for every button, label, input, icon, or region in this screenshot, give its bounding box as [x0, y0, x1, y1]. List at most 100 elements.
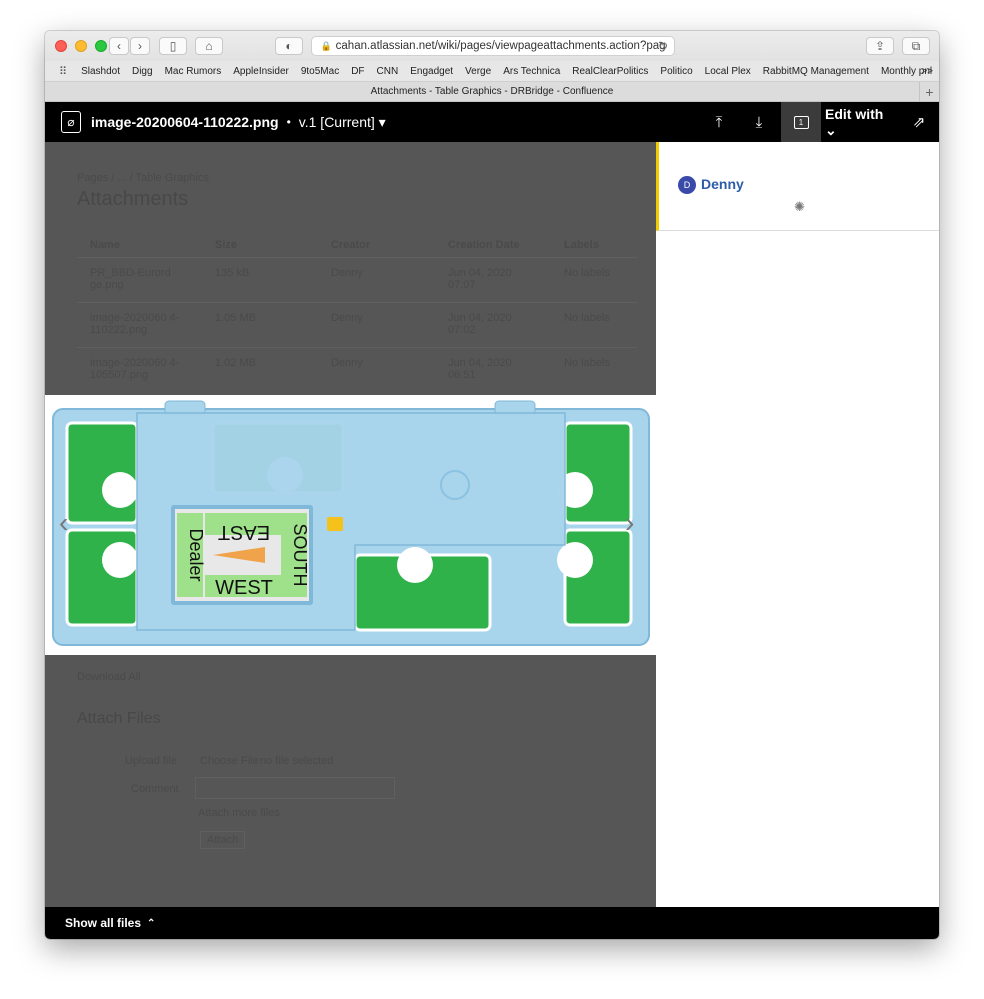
column-header: Creation Date: [448, 239, 520, 251]
tab-title[interactable]: Attachments - Table Graphics - DRBridge …: [371, 86, 614, 97]
bridge-board-image: EAST WEST SOUTH Dealer: [52, 400, 650, 646]
upload-label: Upload file: [125, 755, 177, 767]
bookmark-item[interactable]: AppleInsider: [233, 66, 289, 77]
home-button[interactable]: ⌂: [195, 37, 223, 55]
share-button[interactable]: ⇗: [905, 102, 933, 142]
comment-card[interactable]: D Denny ✺: [656, 142, 939, 231]
double-chevron-up-icon: ⌃: [147, 917, 156, 929]
back-button[interactable]: ‹: [109, 37, 129, 55]
chevron-left-icon: ‹: [117, 39, 121, 53]
privacy-shield-button[interactable]: ◐: [275, 37, 303, 55]
sidebar-button[interactable]: ▯: [159, 37, 187, 55]
next-image-arrow[interactable]: ›: [625, 507, 634, 539]
bookmark-item[interactable]: Mac Rumors: [165, 66, 222, 77]
breadcrumb: Pages / ... / Table Graphics: [77, 172, 209, 184]
cell-creator: Denny: [331, 267, 363, 279]
page-title: Attachments: [77, 188, 189, 210]
avatar: D: [678, 176, 696, 194]
west-label: WEST: [215, 577, 273, 599]
plus-icon: +: [925, 84, 934, 100]
file-viewer-header: ⌀ image-20200604-110222.png • v.1 [Curre…: [45, 102, 939, 142]
bookmark-item[interactable]: RabbitMQ Management: [763, 66, 869, 77]
edit-with-button[interactable]: Edit with ⌄: [825, 102, 891, 142]
cell-name: image-2020060 4-110222.png: [90, 312, 180, 336]
loading-spinner-icon: ✺: [794, 199, 805, 214]
column-header: Creator: [331, 239, 371, 251]
cell-size: 1.02 MB: [215, 357, 256, 369]
comment-field: [195, 777, 395, 799]
viewer-backdrop: Pages / ... / Table Graphics Attachments…: [45, 142, 656, 907]
column-header: Name: [90, 239, 120, 251]
bookmark-item[interactable]: DF: [351, 66, 364, 77]
sidebar-icon: ▯: [169, 39, 177, 53]
grid-icon[interactable]: ⠿: [59, 65, 67, 78]
version-dropdown[interactable]: v.1 [Current] ▾: [299, 114, 386, 131]
download-icon: ⤓: [755, 113, 763, 131]
window-controls: [55, 40, 107, 52]
cell-labels: No labels: [564, 267, 610, 279]
bookmark-item[interactable]: Ars Technica: [503, 66, 560, 77]
comments-toggle-button[interactable]: 1: [781, 102, 821, 142]
comment-label: Comment: [131, 783, 179, 795]
paperclip-icon: ⌀: [61, 111, 81, 133]
cell-name: image-2020060 4-105507.png: [90, 357, 180, 381]
cell-name: PR_BBD-Eurord ge.png: [90, 267, 171, 291]
cell-date: Jun 04, 2020 07:07: [448, 267, 512, 291]
bookmark-item[interactable]: 9to5Mac: [301, 66, 339, 77]
upload-button[interactable]: ⤒: [705, 102, 733, 142]
cell-creator: Denny: [331, 357, 363, 369]
forward-button[interactable]: ›: [130, 37, 150, 55]
share-icon: ⇪: [874, 39, 886, 53]
new-tab-button[interactable]: +: [919, 82, 939, 102]
download-button[interactable]: ⤓: [745, 102, 773, 142]
cell-size: 1.05 MB: [215, 312, 256, 324]
reload-icon[interactable]: ↻: [658, 39, 668, 53]
cell-size: 135 kB: [215, 267, 250, 279]
minimize-window-button[interactable]: [75, 40, 87, 52]
bookmark-item[interactable]: RealClearPolitics: [572, 66, 648, 77]
edit-with-label: Edit with ⌄: [825, 105, 884, 138]
shield-icon: ◐: [285, 39, 293, 53]
previous-image-arrow[interactable]: ‹: [59, 507, 68, 539]
card-logo: [102, 472, 138, 508]
card-logo: [557, 542, 593, 578]
share-button[interactable]: ⇪: [866, 37, 894, 55]
bookmark-item[interactable]: Local Plex: [705, 66, 751, 77]
bookmark-item[interactable]: Engadget: [410, 66, 453, 77]
file-name: image-20200604-110222.png: [91, 114, 279, 130]
upload-icon: ⤒: [715, 113, 723, 131]
bookmark-item[interactable]: CNN: [377, 66, 399, 77]
external-share-icon: ⇗: [912, 114, 926, 131]
browser-window: ‹ › ▯ ⌂ ◐ 🔒 cahan.atlassian.net/wiki/pag…: [45, 31, 939, 939]
chevron-right-icon: ›: [138, 39, 142, 53]
cell-date: Jun 04, 2020 07:02: [448, 312, 512, 336]
bookmark-item[interactable]: Digg: [132, 66, 153, 77]
tabs-overview-button[interactable]: ⧉: [902, 37, 930, 55]
attachment-image: EAST WEST SOUTH Dealer ‹ ›: [45, 395, 656, 655]
bookmark-item[interactable]: Verge: [465, 66, 491, 77]
table-divider: [77, 257, 637, 258]
cell-creator: Denny: [331, 312, 363, 324]
comments-panel: D Denny ✺: [656, 142, 939, 907]
bookmark-item[interactable]: Politico: [660, 66, 692, 77]
home-icon: ⌂: [205, 39, 213, 53]
address-bar[interactable]: 🔒 cahan.atlassian.net/wiki/pages/viewpag…: [311, 36, 675, 56]
show-all-files-button[interactable]: Show all files: [65, 916, 141, 930]
column-header: Labels: [564, 239, 599, 251]
tabs-icon: ⧉: [911, 38, 921, 53]
table-divider: [77, 302, 637, 303]
comment-author[interactable]: Denny: [701, 176, 744, 192]
comment-pin-icon[interactable]: [327, 517, 343, 531]
south-label: SOUTH: [290, 524, 310, 587]
column-header: Size: [215, 239, 238, 251]
attach-more-link: Attach more files: [198, 807, 280, 819]
bookmark-item[interactable]: Slashdot: [81, 66, 120, 77]
zoom-window-button[interactable]: [95, 40, 107, 52]
card-back: [65, 421, 139, 525]
attach-files-title: Attach Files: [77, 710, 161, 727]
close-window-button[interactable]: [55, 40, 67, 52]
cell-date: Jun 04, 2020 06:51: [448, 357, 512, 381]
viewer-footer: Show all files ⌃: [45, 907, 939, 939]
tab-bar: Attachments - Table Graphics - DRBridge …: [45, 82, 939, 102]
more-bookmarks-button[interactable]: >>: [921, 66, 933, 77]
